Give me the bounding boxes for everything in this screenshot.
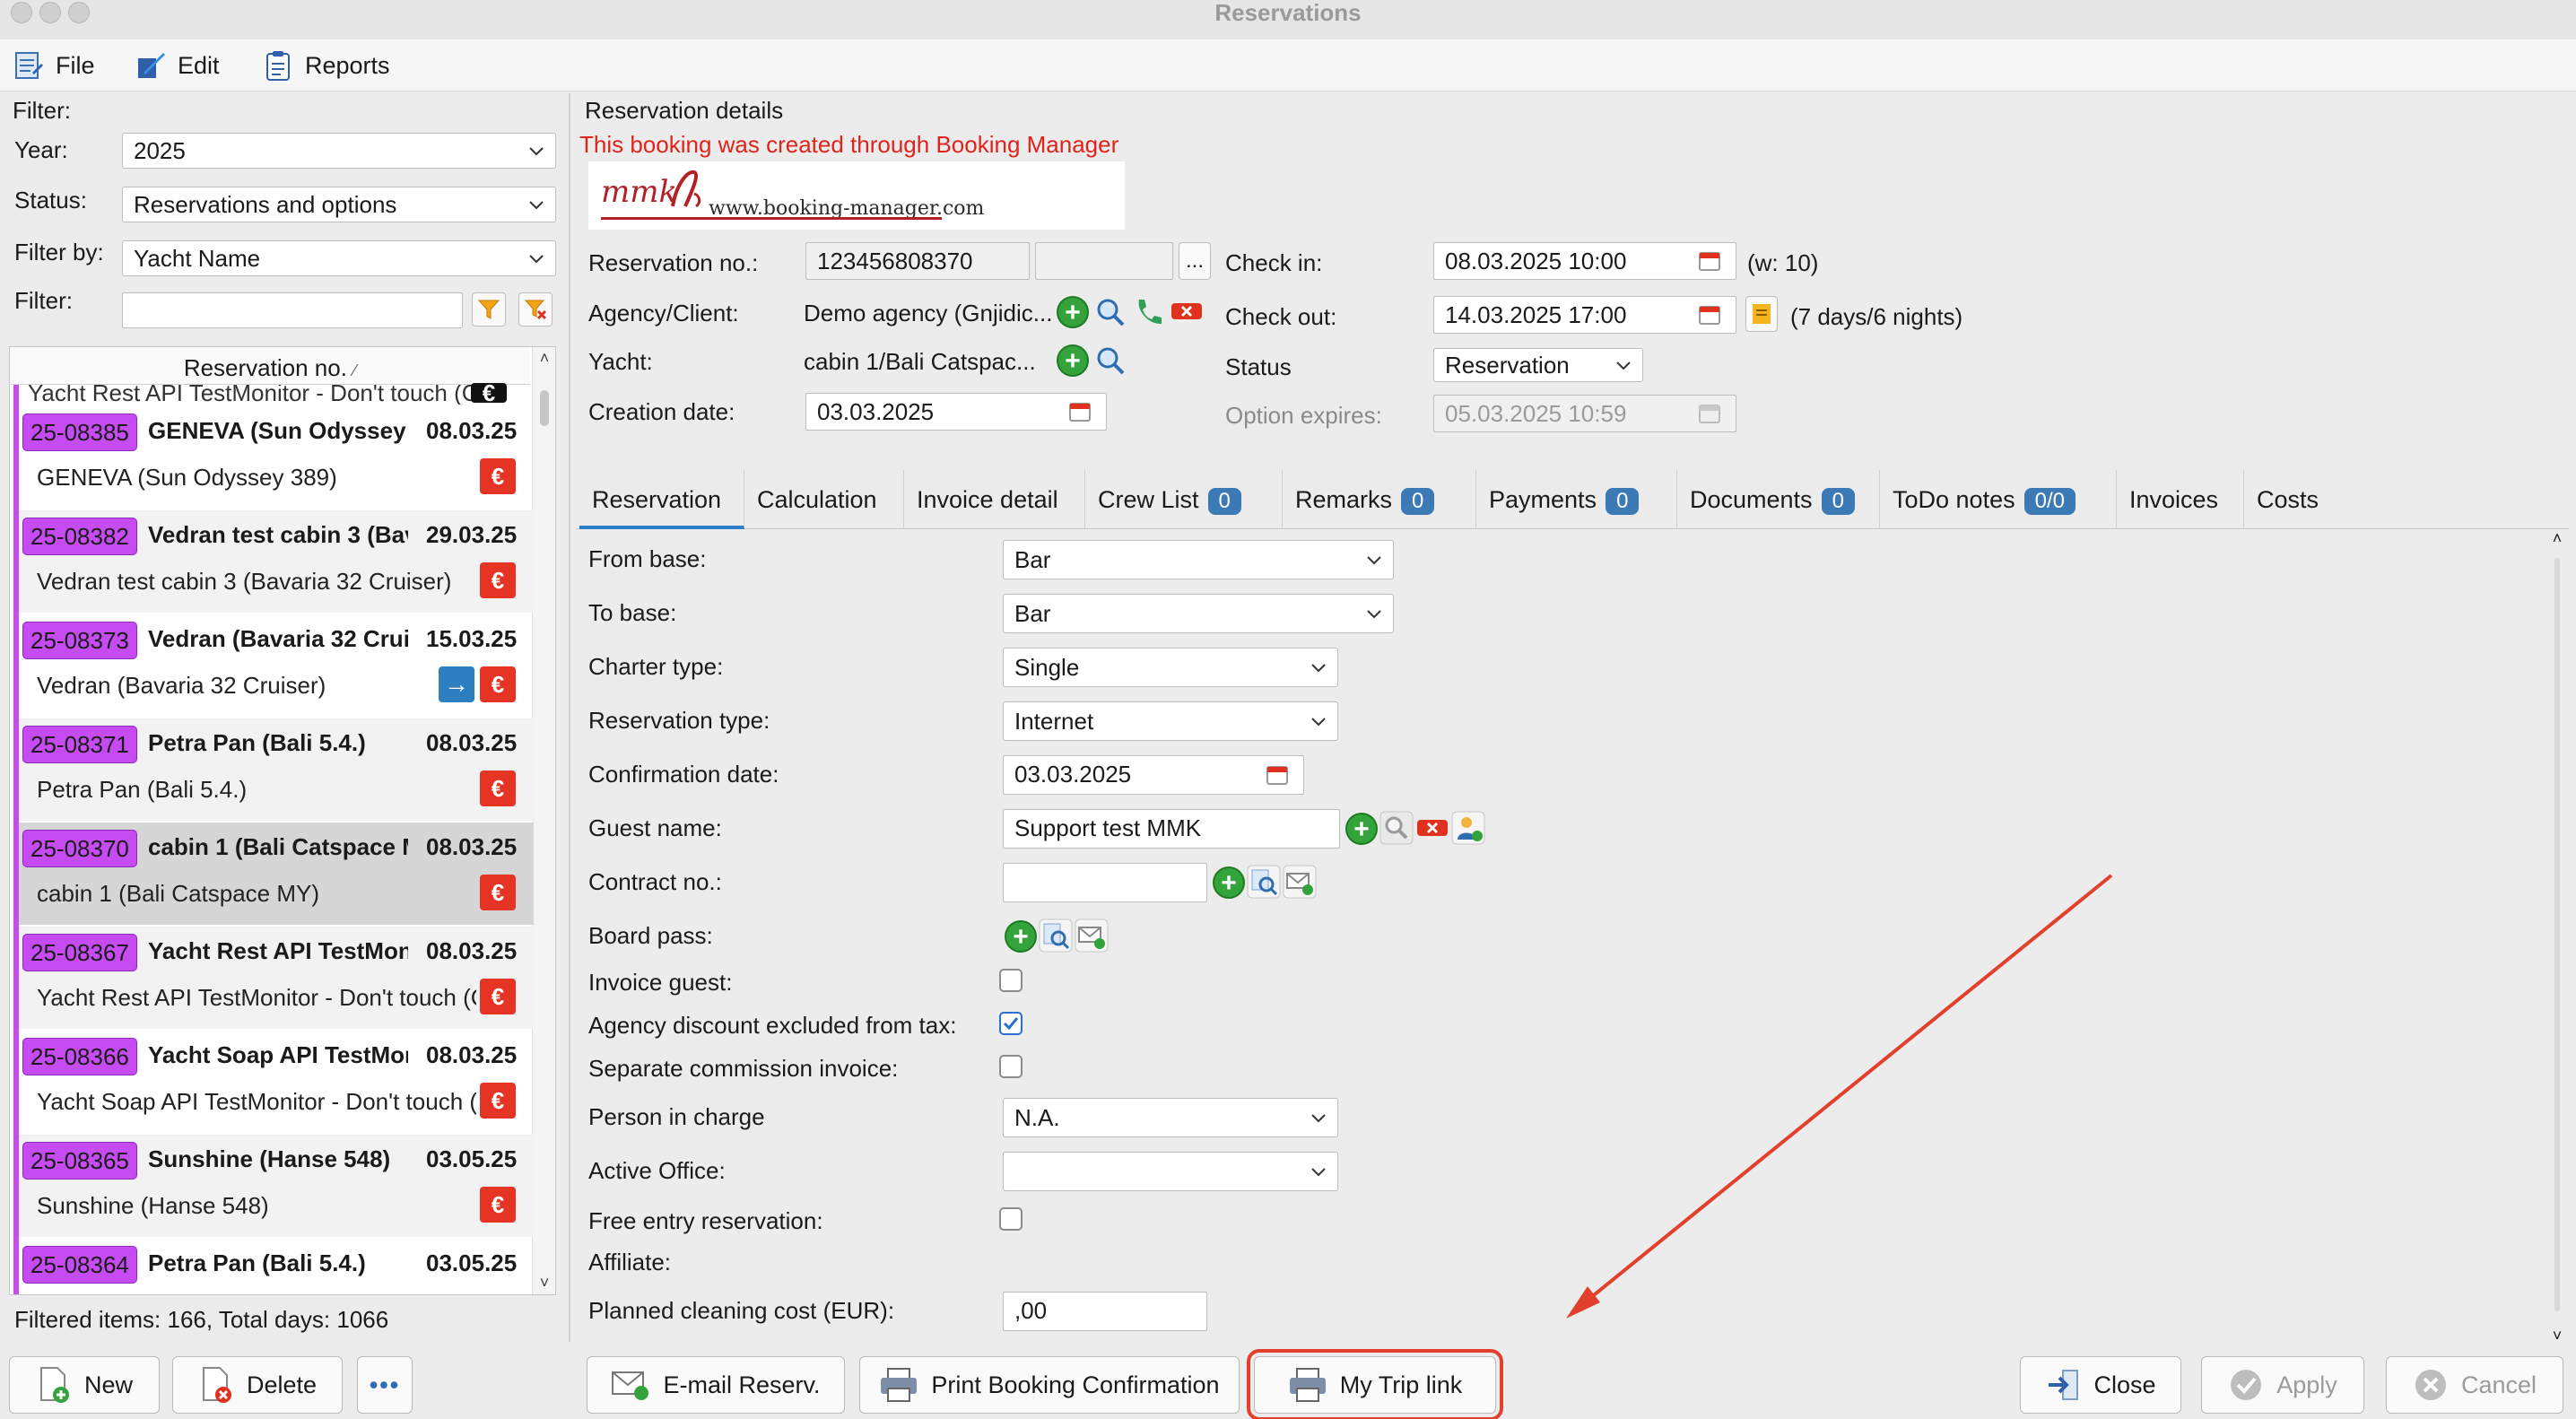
new-document-icon	[39, 1367, 69, 1403]
close-button-label: Close	[2093, 1371, 2156, 1398]
print-confirmation-label: Print Booking Confirmation	[931, 1371, 1220, 1398]
delete-button[interactable]: Delete	[172, 1356, 343, 1414]
printer-icon	[1289, 1368, 1326, 1402]
cancel-button[interactable]: Cancel	[2386, 1356, 2563, 1414]
cancel-circle-icon	[2415, 1370, 2446, 1400]
check-circle-icon	[2231, 1370, 2262, 1400]
exit-arrow-icon	[2049, 1370, 2079, 1400]
delete-document-icon	[202, 1367, 231, 1403]
email-reservation-label: E-mail Reserv.	[663, 1371, 821, 1398]
cancel-button-label: Cancel	[2460, 1371, 2537, 1398]
apply-button-label: Apply	[2276, 1371, 2337, 1398]
email-reservation-button[interactable]: E-mail Reserv.	[587, 1356, 845, 1414]
apply-button[interactable]: Apply	[2201, 1356, 2364, 1414]
printer-icon	[881, 1368, 918, 1402]
more-actions-button[interactable]: •••	[357, 1356, 413, 1414]
my-trip-link-button[interactable]: My Trip link	[1247, 1349, 1503, 1419]
print-confirmation-button[interactable]: Print Booking Confirmation	[859, 1356, 1240, 1414]
new-button-label: New	[83, 1371, 133, 1398]
annotation-arrowhead	[1566, 1286, 1600, 1319]
email-icon	[612, 1371, 649, 1400]
more-actions-label: •••	[369, 1371, 401, 1398]
my-trip-link-label: My Trip link	[1339, 1371, 1463, 1398]
annotation-arrow	[1566, 874, 2113, 1319]
annotation-arrow-line	[1579, 874, 2113, 1308]
close-button[interactable]: Close	[2020, 1356, 2181, 1414]
delete-button-label: Delete	[246, 1371, 318, 1398]
new-button[interactable]: New	[9, 1356, 160, 1414]
